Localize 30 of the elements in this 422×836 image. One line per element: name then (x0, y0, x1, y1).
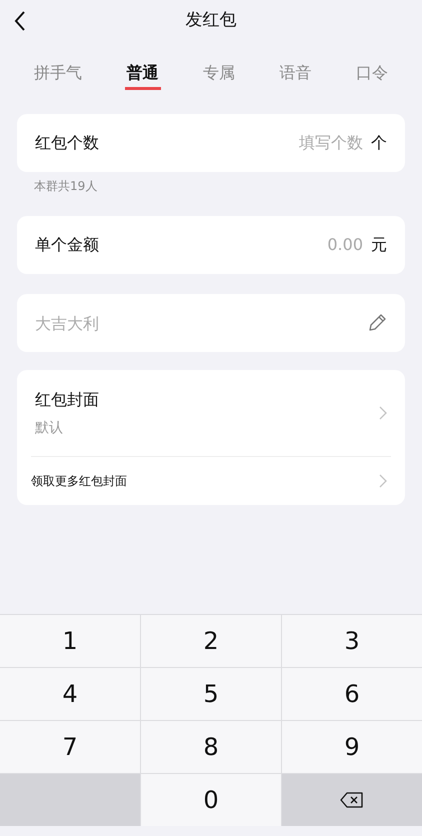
more-covers-label: 领取更多红包封面 (31, 473, 127, 490)
group-note: 本群共19人 (33, 178, 98, 195)
digit-key[interactable]: 0 (141, 774, 281, 826)
page-title: 发红包 (186, 9, 236, 32)
field-label: 红包个数 (35, 132, 99, 154)
digit-key[interactable]: 6 (282, 668, 422, 720)
tab[interactable]: 普通 (124, 58, 161, 90)
digit-key[interactable]: 9 (282, 721, 422, 773)
field-label: 单个金额 (35, 234, 99, 256)
cover-value: 默认 (35, 418, 64, 438)
digit-key[interactable]: 8 (141, 721, 281, 773)
unit-label: 个 (371, 132, 387, 154)
pencil-icon[interactable] (367, 313, 387, 333)
greeting-field[interactable]: 大吉大利 (17, 294, 405, 352)
more-covers-link[interactable]: 领取更多红包封面 (31, 457, 391, 505)
digit-key[interactable]: 3 (282, 615, 422, 667)
digit-key[interactable]: 2 (141, 615, 281, 667)
digit-key[interactable]: 1 (0, 615, 140, 667)
input-field[interactable]: 填写个数 (253, 131, 363, 155)
chevron-right-icon (379, 406, 387, 420)
unit-label: 元 (371, 234, 387, 256)
chevron-right-icon (379, 474, 387, 488)
cover-label: 红包封面 (35, 388, 99, 410)
digit-key[interactable]: 7 (0, 721, 140, 773)
cover-row[interactable]: 红包封面 默认 (31, 370, 391, 456)
back-icon[interactable] (14, 11, 26, 31)
digit-key[interactable]: 5 (141, 668, 281, 720)
digit-key[interactable]: 4 (0, 668, 140, 720)
input-field[interactable]: 0.00 (253, 233, 363, 257)
backspace-icon (340, 792, 364, 808)
